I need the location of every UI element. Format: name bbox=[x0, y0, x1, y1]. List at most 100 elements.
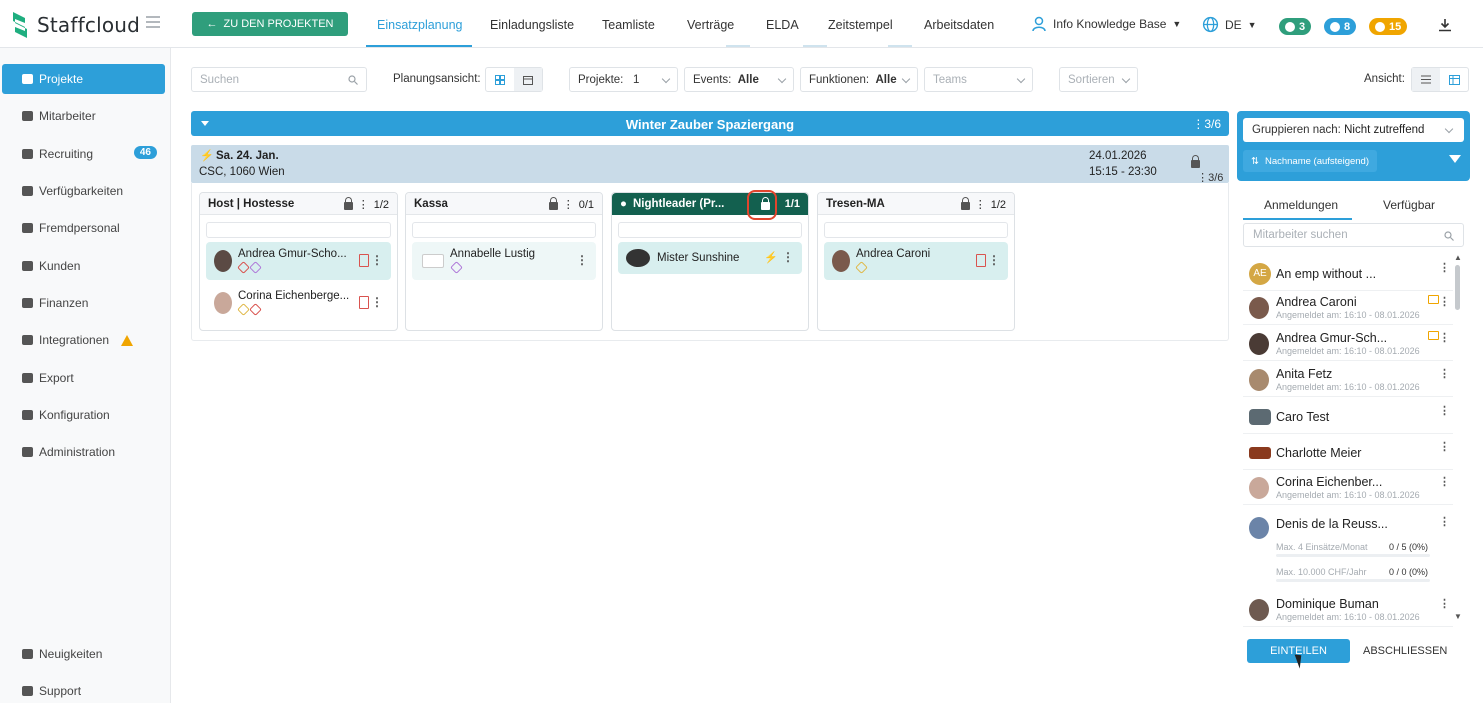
user-menu[interactable]: Info Knowledge Base ▼ bbox=[1031, 16, 1181, 32]
more-icon[interactable]: ⋮ bbox=[1439, 475, 1450, 488]
alerts-badge[interactable]: 15 bbox=[1369, 18, 1408, 35]
calendar-view-icon[interactable] bbox=[514, 68, 542, 91]
sidebar-item-recruiting[interactable]: Recruiting 46 bbox=[2, 139, 165, 169]
event-header[interactable]: Winter Zauber Spaziergang ⋮3/6 bbox=[191, 111, 1229, 136]
employee-list-item[interactable]: AE An emp without ... ⋮ bbox=[1243, 257, 1453, 291]
tab-vertraege[interactable]: Verträge bbox=[687, 18, 734, 32]
tab-zeitstempel[interactable]: Zeitstempel bbox=[828, 18, 893, 32]
notifications-badge[interactable]: 8 bbox=[1324, 18, 1357, 35]
sort-chip[interactable]: ⇅ Nachname (aufsteigend) bbox=[1243, 150, 1378, 172]
more-icon[interactable]: ⋮ bbox=[1439, 597, 1450, 610]
sidebar-item-konfiguration[interactable]: Konfiguration bbox=[2, 400, 165, 430]
employee-list-item[interactable]: Andrea Caroni Angemeldet am: 16:10 - 08.0… bbox=[1243, 291, 1453, 325]
employee-list-item[interactable]: Anita Fetz Angemeldet am: 16:10 - 08.01.2… bbox=[1243, 363, 1453, 397]
sidebar-item-neuigkeiten[interactable]: Neuigkeiten bbox=[2, 639, 165, 669]
tab-divider bbox=[726, 45, 750, 47]
assigned-employee-card[interactable]: Corina Eichenberge... ⋮ bbox=[206, 284, 391, 322]
logo[interactable]: Staffcloud bbox=[10, 10, 140, 40]
sidebar-item-kunden[interactable]: Kunden bbox=[2, 251, 165, 281]
more-icon[interactable]: ⋮ bbox=[371, 253, 383, 267]
more-icon[interactable]: ⋮ bbox=[1439, 515, 1450, 528]
more-icon[interactable]: ⋮ bbox=[1439, 295, 1450, 308]
empty-slot[interactable] bbox=[824, 222, 1008, 238]
lock-icon[interactable] bbox=[960, 197, 970, 210]
employee-list-item[interactable]: Andrea Gmur-Sch... Angemeldet am: 16:10 -… bbox=[1243, 327, 1453, 361]
list-view-icon[interactable] bbox=[1412, 68, 1440, 91]
back-to-projects-button[interactable]: ← ZU DEN PROJEKTEN bbox=[192, 12, 348, 36]
planning-view-toggle[interactable] bbox=[485, 67, 543, 92]
view-toggle[interactable] bbox=[1411, 67, 1469, 92]
employee-list-item[interactable]: Charlotte Meier ⋮ bbox=[1243, 436, 1453, 470]
teams-filter[interactable]: Teams bbox=[924, 67, 1033, 92]
empty-slot[interactable] bbox=[618, 222, 802, 238]
lock-icon[interactable] bbox=[343, 197, 353, 210]
tab-einsatzplanung[interactable]: Einsatzplanung bbox=[377, 18, 462, 32]
more-icon[interactable]: ⋮ bbox=[988, 253, 1000, 267]
more-icon[interactable]: ⋮ bbox=[576, 253, 588, 267]
assigned-employee-card[interactable]: Annabelle Lustig ⋮ bbox=[412, 242, 596, 280]
pdf-icon[interactable] bbox=[976, 254, 986, 267]
tab-einladungsliste[interactable]: Einladungsliste bbox=[490, 18, 574, 32]
lightning-icon: ⚡ bbox=[764, 252, 778, 264]
empty-slot[interactable] bbox=[412, 222, 596, 238]
sidebar-item-projekte[interactable]: Projekte bbox=[2, 64, 165, 94]
tab-anmeldungen[interactable]: Anmeldungen bbox=[1264, 198, 1338, 212]
finish-button[interactable]: ABSCHLIESSEN bbox=[1363, 645, 1447, 657]
sidebar-item-verfuegbarkeiten[interactable]: Verfügbarkeiten bbox=[2, 176, 165, 206]
search-input[interactable]: Suchen bbox=[191, 67, 367, 92]
more-icon[interactable]: ⋮ bbox=[975, 198, 986, 211]
table-view-icon[interactable] bbox=[1440, 68, 1468, 91]
group-by-select[interactable]: Gruppieren nach: Nicht zutreffend bbox=[1243, 118, 1464, 142]
calendar-check-icon bbox=[22, 186, 33, 196]
sidebar-item-export[interactable]: Export bbox=[2, 363, 165, 393]
function-column-nightleader: ● Nightleader (Pr... 1/1 Mister Sunshine ⚡ ⋮ bbox=[611, 192, 809, 331]
language-select[interactable]: DE ▼ bbox=[1202, 16, 1257, 33]
functions-filter[interactable]: Funktionen: Alle bbox=[800, 67, 918, 92]
assigned-employee-card[interactable]: Mister Sunshine ⚡ ⋮ bbox=[618, 242, 802, 274]
more-icon[interactable]: ⋮ bbox=[358, 198, 369, 211]
more-icon[interactable]: ⋮ bbox=[782, 250, 794, 264]
menu-toggle-icon[interactable] bbox=[146, 16, 160, 28]
more-icon[interactable]: ⋮ bbox=[1439, 404, 1450, 417]
employee-search-input[interactable]: Mitarbeiter suchen bbox=[1243, 223, 1464, 247]
tab-arbeitsdaten[interactable]: Arbeitsdaten bbox=[924, 18, 994, 32]
tab-verfuegbar[interactable]: Verfügbar bbox=[1383, 198, 1435, 212]
download-icon[interactable] bbox=[1438, 18, 1452, 32]
grid-view-icon[interactable] bbox=[486, 68, 514, 91]
more-icon[interactable]: ⋮ bbox=[563, 198, 574, 211]
more-icon[interactable]: ⋮ bbox=[371, 295, 383, 309]
pdf-icon[interactable] bbox=[359, 296, 369, 309]
employee-list-item[interactable]: Caro Test ⋮ bbox=[1243, 400, 1453, 434]
sidebar-item-administration[interactable]: Administration bbox=[2, 437, 165, 467]
empty-slot[interactable] bbox=[206, 222, 391, 238]
sidebar-item-finanzen[interactable]: Finanzen bbox=[2, 288, 165, 318]
sidebar-item-integrationen[interactable]: Integrationen bbox=[2, 325, 165, 355]
events-filter[interactable]: Events: Alle bbox=[684, 67, 794, 92]
scroll-down-icon[interactable]: ▼ bbox=[1454, 612, 1462, 621]
tab-elda[interactable]: ELDA bbox=[766, 18, 799, 32]
assigned-employee-card[interactable]: Andrea Gmur-Scho... ⋮ bbox=[206, 242, 391, 280]
tab-teamliste[interactable]: Teamliste bbox=[602, 18, 655, 32]
more-icon[interactable]: ⋮ bbox=[1439, 367, 1450, 380]
tag-icon bbox=[237, 261, 250, 274]
pdf-icon[interactable] bbox=[359, 254, 369, 267]
projects-filter[interactable]: Projekte: 1 bbox=[569, 67, 678, 92]
tag-icons bbox=[237, 303, 262, 316]
employee-list-item[interactable]: Corina Eichenber... Angemeldet am: 16:10 … bbox=[1243, 471, 1453, 505]
sidebar-item-mitarbeiter[interactable]: Mitarbeiter bbox=[2, 101, 165, 131]
filter-icon[interactable] bbox=[1449, 155, 1461, 163]
lock-icon[interactable] bbox=[548, 197, 558, 210]
sidebar-item-support[interactable]: Support bbox=[2, 676, 165, 706]
scroll-up-icon[interactable]: ▲ bbox=[1454, 253, 1462, 262]
assigned-employee-card[interactable]: Andrea Caroni ⋮ bbox=[824, 242, 1008, 280]
arrow-left-icon: ← bbox=[206, 18, 218, 30]
sort-select[interactable]: Sortieren bbox=[1059, 67, 1138, 92]
more-icon[interactable]: ⋮ bbox=[1439, 261, 1450, 274]
scrollbar[interactable] bbox=[1455, 265, 1460, 310]
employee-list-item[interactable]: Dominique Buman Angemeldet am: 16:10 - 08… bbox=[1243, 593, 1453, 627]
shift-count[interactable]: ⋮3/6 bbox=[1191, 155, 1229, 184]
messages-badge[interactable]: 3 bbox=[1279, 18, 1312, 35]
more-icon[interactable]: ⋮ bbox=[1439, 440, 1450, 453]
more-icon[interactable]: ⋮ bbox=[1439, 331, 1450, 344]
sidebar-item-fremdpersonal[interactable]: Fremdpersonal bbox=[2, 213, 165, 243]
